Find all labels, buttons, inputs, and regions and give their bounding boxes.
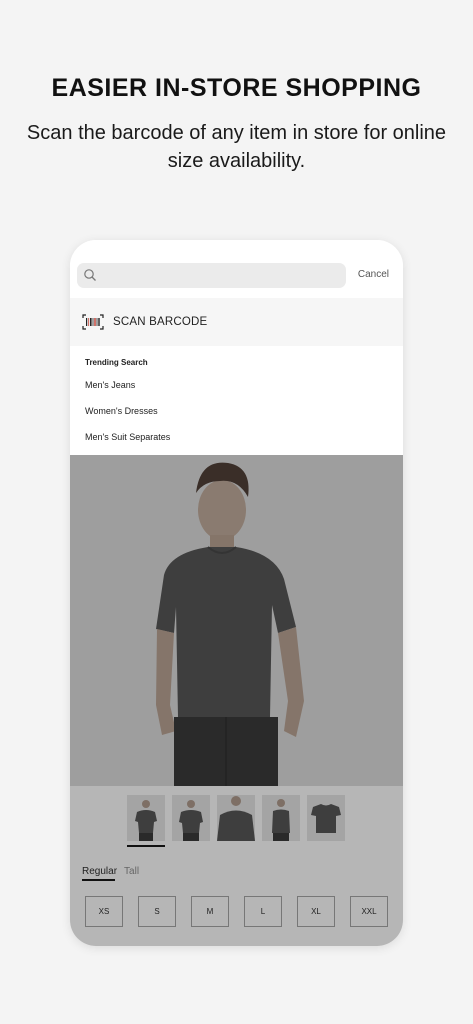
size-xl-button[interactable]: XL [297,896,335,927]
product-detail-dimmed: Regular Tall XS S M L XL XXL [70,455,403,946]
cancel-button[interactable]: Cancel [358,269,389,280]
promo-headline: EASIER IN-STORE SHOPPING [51,74,422,102]
fit-tabs: Regular Tall [82,866,139,877]
barcode-icon [82,314,104,330]
fit-tab-regular[interactable]: Regular [82,866,117,877]
trending-item-womens-dresses[interactable]: Women's Dresses [85,406,158,416]
trending-item-mens-suit-separates[interactable]: Men's Suit Separates [85,432,170,442]
thumbnail-closeup[interactable] [217,795,255,841]
model-photo [70,455,403,786]
scan-barcode-button[interactable]: SCAN BARCODE [70,298,403,346]
size-s-button[interactable]: S [138,896,176,927]
thumbnail-side[interactable] [262,795,300,841]
trending-search-panel: Trending Search Men's Jeans Women's Dres… [70,346,403,455]
thumbnail-front[interactable] [127,795,165,841]
product-hero-image [70,455,403,786]
fit-tab-tall[interactable]: Tall [124,866,139,877]
thumbnail-selected-indicator [127,845,165,847]
size-selector: XS S M L XL XXL [85,896,388,927]
fit-tab-indicator [82,879,115,881]
search-header: Cancel [70,240,403,298]
size-l-button[interactable]: L [244,896,282,927]
search-icon [84,269,96,281]
trending-item-mens-jeans[interactable]: Men's Jeans [85,380,135,390]
phone-screen: Cancel SCAN BARCODE Trending Search Men'… [70,240,403,946]
thumbnail-flat[interactable] [307,795,345,841]
thumbnail-front-2[interactable] [172,795,210,841]
search-input[interactable] [77,263,346,288]
trending-title: Trending Search [85,358,148,367]
size-xxl-button[interactable]: XXL [350,896,388,927]
size-m-button[interactable]: M [191,896,229,927]
thumbnail-strip [127,795,345,851]
scan-barcode-label: SCAN BARCODE [113,316,208,328]
promo-subline: Scan the barcode of any item in store fo… [26,122,447,172]
size-xs-button[interactable]: XS [85,896,123,927]
